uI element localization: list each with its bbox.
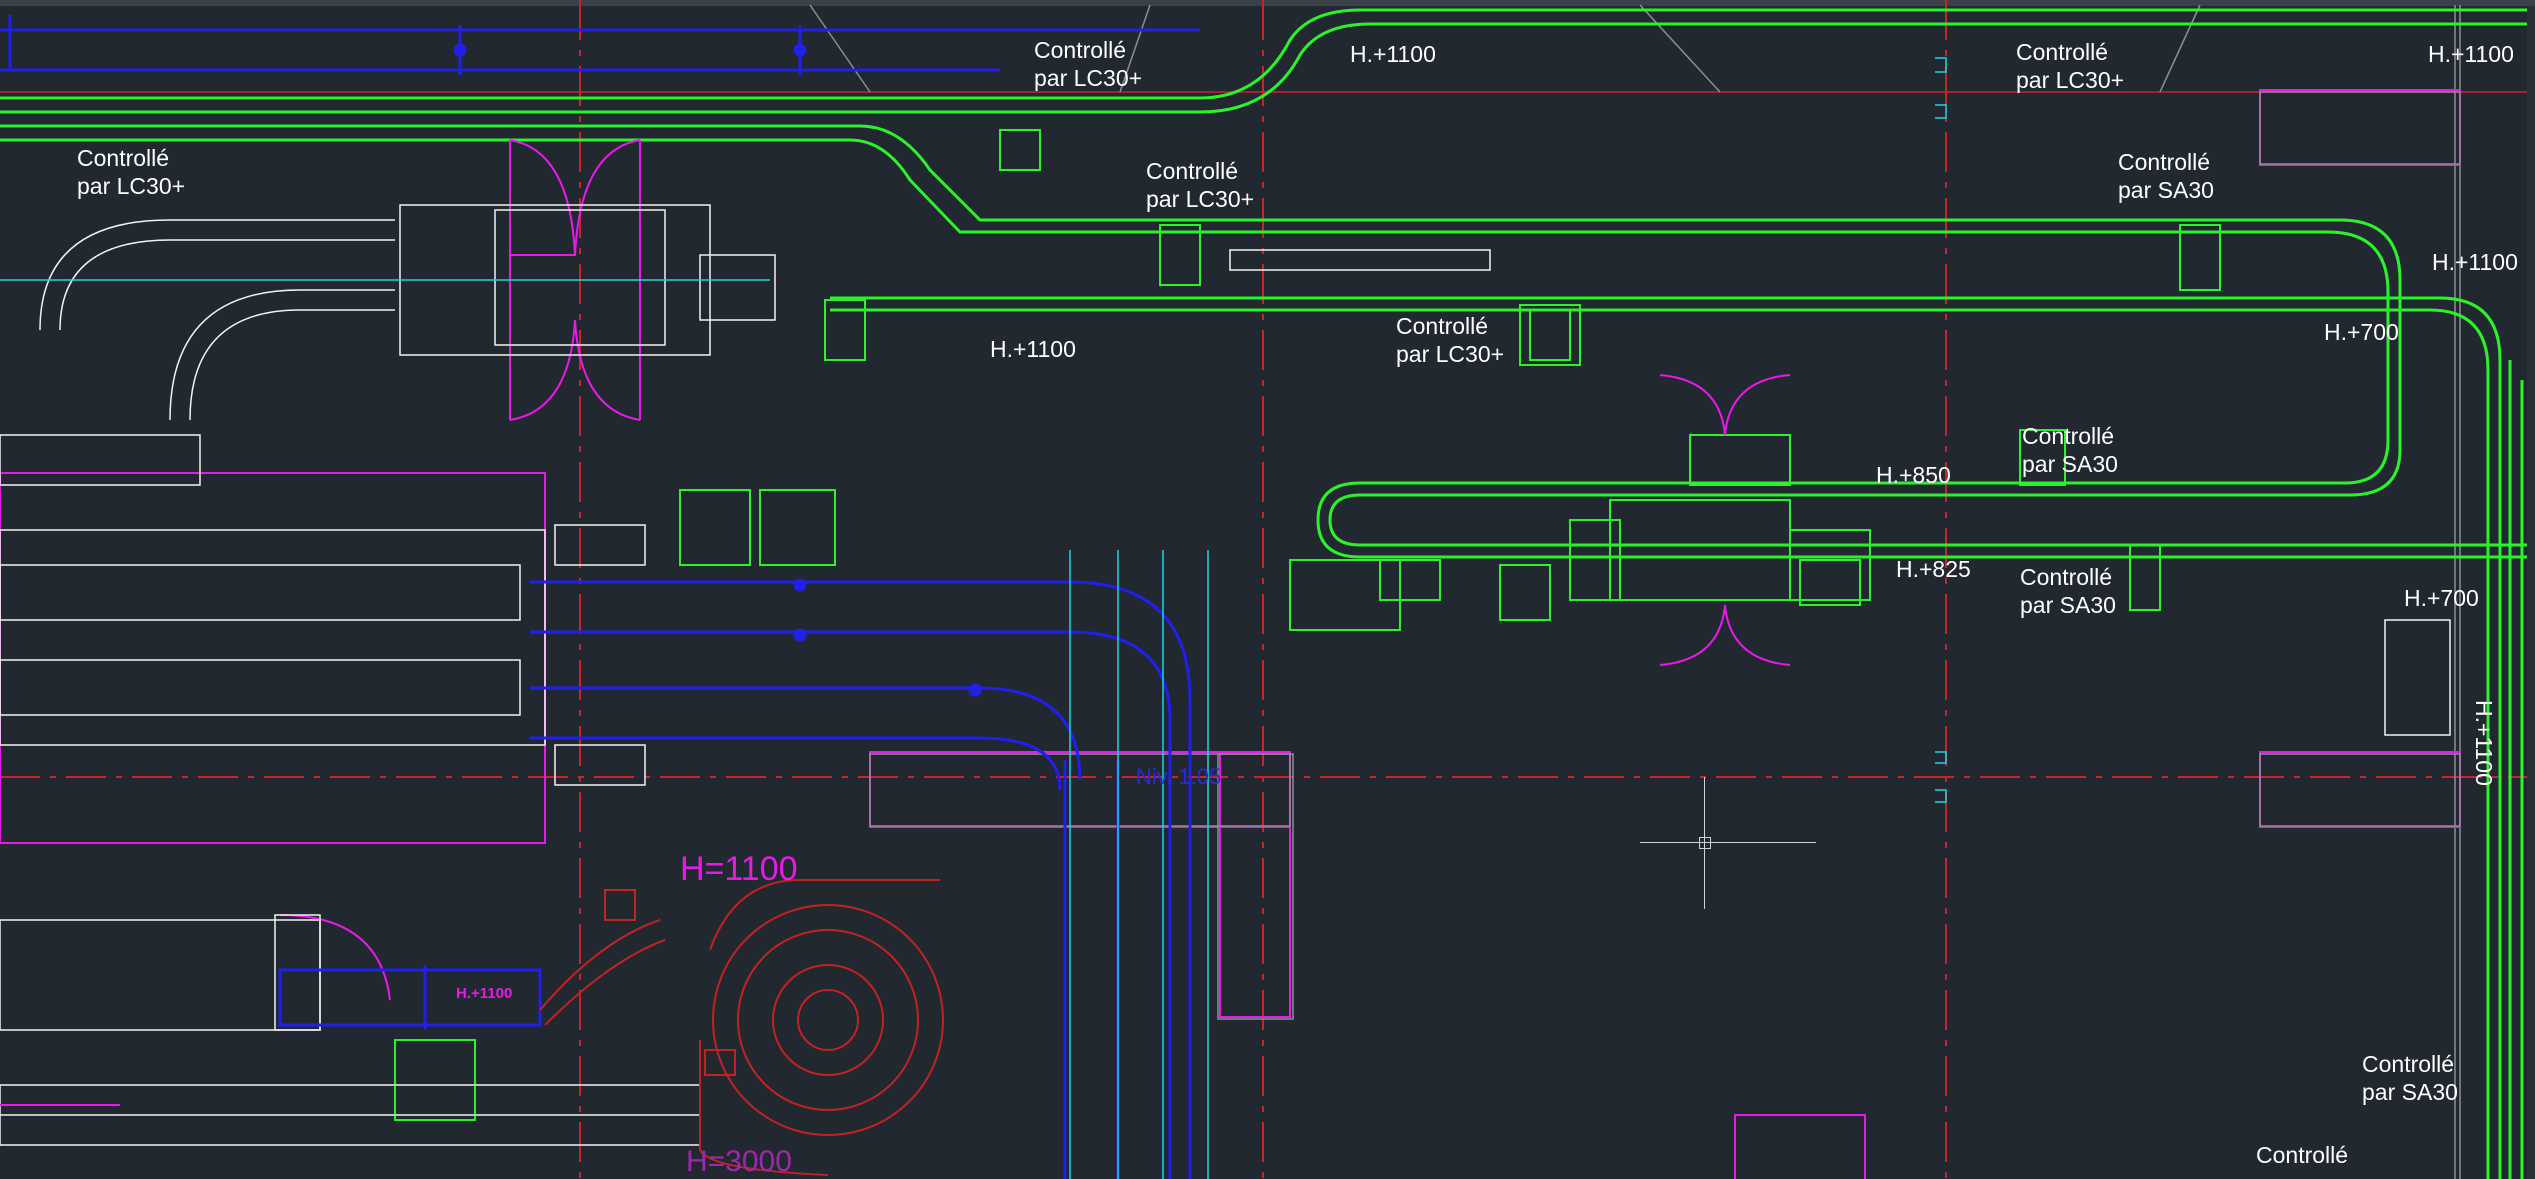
control-label: Controllé par LC30+ <box>1034 36 1142 92</box>
label-line: par LC30+ <box>1396 341 1505 367</box>
height-label: H.+1100 <box>2432 249 2518 275</box>
label-line: Controllé <box>2362 1051 2455 1077</box>
control-label: Controllé par SA30 <box>2022 422 2118 478</box>
label-line: Controllé <box>1146 158 1239 184</box>
control-label: Controllé par SA30 <box>2118 148 2214 204</box>
height-label: H.+1100 <box>1350 41 1436 67</box>
blue-conveyor-top <box>0 15 1200 75</box>
height-label: H.+1100 <box>2471 700 2497 786</box>
height-label: H.+1100 <box>990 336 1076 362</box>
label-line: Controllé <box>1396 313 1489 339</box>
height-label-bottom: H=3000 <box>686 1145 792 1178</box>
height-label-big: H=1100 <box>680 850 798 888</box>
control-label: Controllé par LC30+ <box>77 144 185 200</box>
cad-canvas[interactable]: Controllé par LC30+ Controllé par LC30+ … <box>0 0 2535 1179</box>
white-machinery <box>0 204 2451 1146</box>
label-line: par LC30+ <box>77 173 186 199</box>
crosshair-icon <box>1640 842 1816 843</box>
control-label: Controllé <box>2256 1141 2348 1169</box>
crosshair-pickbox <box>1699 837 1711 849</box>
label-line: par SA30 <box>2362 1079 2458 1105</box>
height-label: H.+825 <box>1896 556 1971 582</box>
red-spiral-conveyor <box>539 879 944 1176</box>
label-line: par LC30+ <box>1034 65 1143 91</box>
vertical-scrollbar[interactable] <box>2527 6 2535 1179</box>
label-line: Controllé <box>2022 423 2115 449</box>
label-line: Controllé <box>2118 149 2211 175</box>
label-line: par LC30+ <box>2016 67 2125 93</box>
label-line: par LC30+ <box>1146 186 1255 212</box>
control-label: Controllé par LC30+ <box>1146 157 1254 213</box>
height-label: H.+700 <box>2324 319 2399 345</box>
label-line: Controllé <box>1034 37 1127 63</box>
label-line: par SA30 <box>2022 451 2118 477</box>
height-label: H.+850 <box>1876 462 1951 488</box>
level-label: Niv. 1.05 <box>1136 764 1222 789</box>
label-line: Controllé <box>2020 564 2113 590</box>
control-label: Controllé par LC30+ <box>1396 312 1504 368</box>
label-line: Controllé <box>2016 39 2109 65</box>
label-line: Controllé <box>77 145 170 171</box>
label-line: par SA30 <box>2118 177 2214 203</box>
label-line: par SA30 <box>2020 592 2116 618</box>
control-label: Controllé par SA30 <box>2362 1050 2458 1106</box>
label-line: Controllé <box>2256 1142 2349 1168</box>
height-label: H.+700 <box>2404 585 2479 611</box>
control-label: Controllé par LC30+ <box>2016 38 2124 94</box>
cyan-lines <box>0 57 1947 1179</box>
height-label: H.+1100 <box>2428 41 2514 67</box>
control-label: Controllé par SA30 <box>2020 563 2116 619</box>
height-label-small: H.+1100 <box>456 985 513 1002</box>
